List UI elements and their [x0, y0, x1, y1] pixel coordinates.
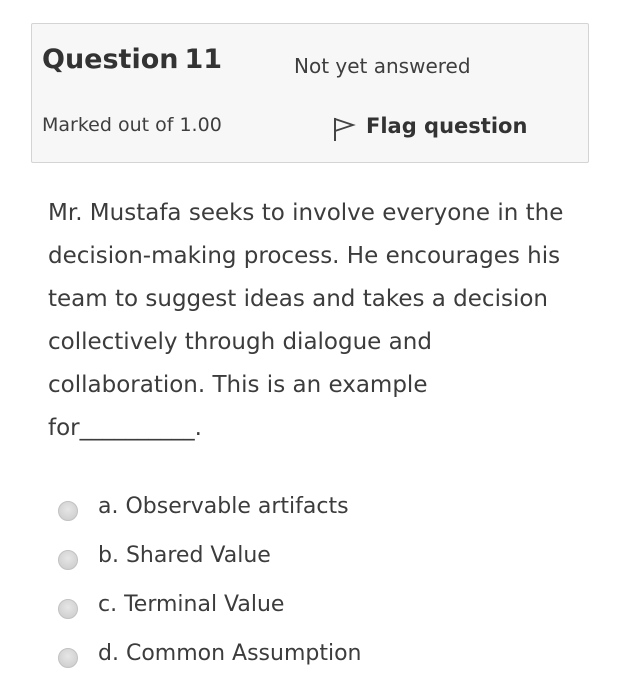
radio-button[interactable]: [58, 598, 78, 619]
question-text-line: team to suggest ideas and takes a decisi…: [48, 286, 548, 312]
answer-option-label[interactable]: d. Common Assumption: [98, 641, 361, 666]
question-text-line: decision-making process. He encourages h…: [48, 243, 561, 269]
flag-outline-icon: [334, 117, 356, 141]
question-number: 11: [184, 44, 223, 75]
question-text: Mr. Mustafa seeks to involve everyone in…: [48, 192, 578, 450]
question-title: Question 11: [42, 44, 222, 75]
radio-button[interactable]: [58, 647, 78, 668]
answer-option-label[interactable]: b. Shared Value: [98, 543, 271, 568]
question-text-line: collaboration. This is an example: [48, 372, 428, 398]
radio-button[interactable]: [58, 549, 78, 570]
question-grade: Marked out of 1.00: [42, 114, 222, 136]
answer-option-label[interactable]: a. Observable artifacts: [98, 494, 349, 519]
radio-button[interactable]: [58, 500, 78, 521]
question-text-line: collectively through dialogue and: [48, 329, 432, 355]
answer-option-a[interactable]: a. Observable artifacts: [58, 482, 578, 531]
question-info-panel: Question 11 Not yet answered Marked out o…: [31, 23, 589, 163]
answer-options: a. Observable artifacts b. Shared Value …: [58, 482, 578, 678]
answer-option-b[interactable]: b. Shared Value: [58, 531, 578, 580]
question-text-line: for__________.: [48, 415, 202, 441]
answer-option-label[interactable]: c. Terminal Value: [98, 592, 284, 617]
answer-option-d[interactable]: d. Common Assumption: [58, 629, 578, 678]
question-title-label: Question: [42, 44, 179, 75]
flag-question-label: Flag question: [366, 114, 528, 138]
question-text-line: Mr. Mustafa seeks to involve everyone in…: [48, 200, 564, 226]
flag-question-button[interactable]: Flag question: [332, 110, 527, 142]
answer-option-c[interactable]: c. Terminal Value: [58, 580, 578, 629]
question-state: Not yet answered: [294, 54, 471, 78]
